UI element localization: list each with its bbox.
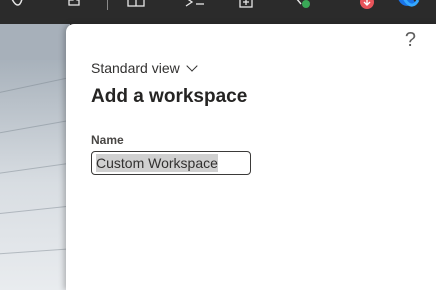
split-screen-icon[interactable]	[126, 0, 146, 10]
name-field-label: Name	[91, 133, 124, 147]
background-line	[0, 247, 70, 255]
workspace-name-input[interactable]: Custom Workspace	[91, 151, 251, 175]
downloads-icon[interactable]	[358, 0, 376, 10]
background-band	[0, 24, 70, 60]
extensions-icon[interactable]	[66, 0, 82, 10]
reading-list-icon[interactable]	[184, 0, 206, 10]
background-image	[0, 24, 70, 290]
pane-title: Add a workspace	[91, 86, 248, 107]
chevron-down-icon	[186, 59, 198, 72]
background-line	[0, 116, 70, 135]
view-switch-label: Standard view	[91, 60, 180, 76]
add-workspace-pane: ? Standard view Add a workspace Name Cus…	[66, 24, 436, 290]
view-switch[interactable]: Standard view	[91, 59, 198, 76]
collections-icon[interactable]	[238, 0, 256, 10]
background-line	[0, 203, 70, 215]
background-line	[0, 160, 70, 175]
background-line	[0, 73, 70, 95]
help-icon[interactable]: ?	[405, 30, 416, 50]
browser-toolbar	[0, 0, 436, 24]
performance-icon[interactable]	[294, 0, 314, 10]
copilot-icon[interactable]	[394, 0, 420, 10]
toolbar-separator	[107, 0, 108, 10]
curved-arrow-icon[interactable]	[10, 0, 24, 10]
workspace-name-value: Custom Workspace	[96, 154, 218, 172]
